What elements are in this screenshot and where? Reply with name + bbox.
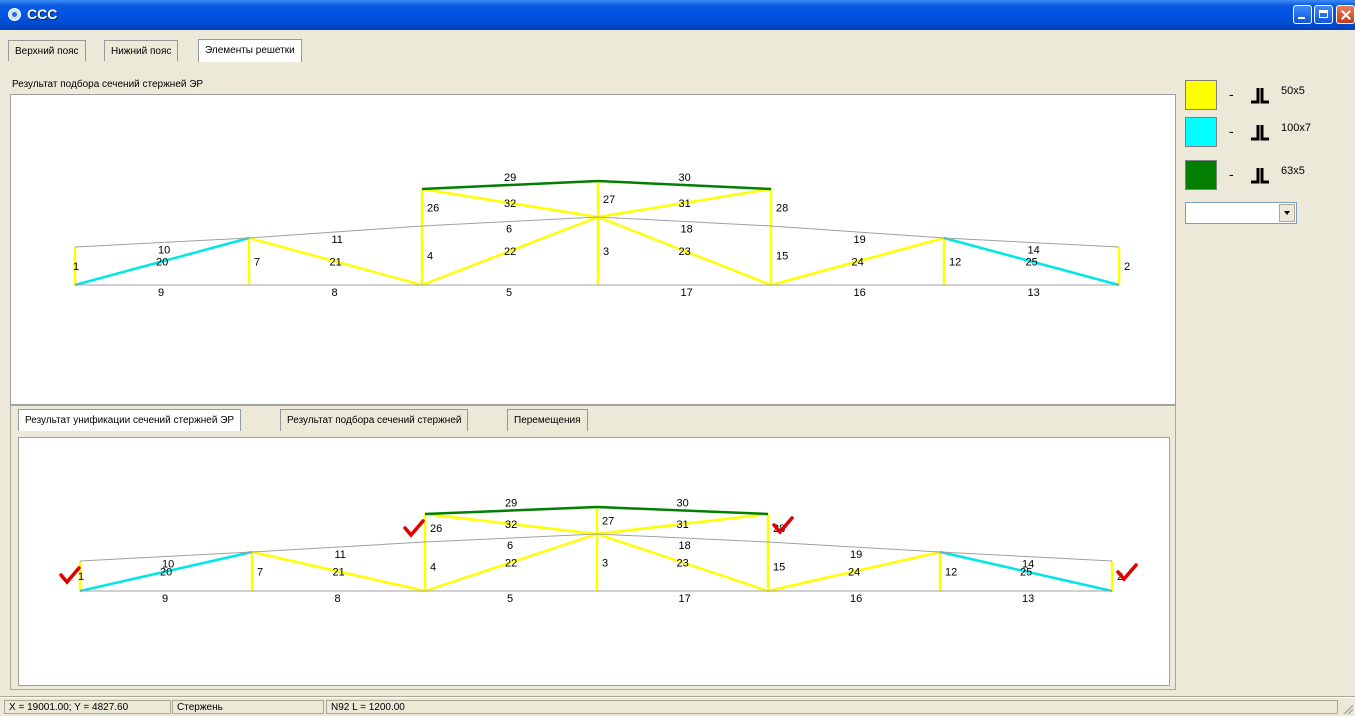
upper-truss-canvas[interactable]: 1 7 4 26 3 27 15 28 12 2 20 21 22 23 24 25 32 31 29 30 10 11 6… (10, 94, 1176, 405)
member-label-17: 17 (681, 287, 693, 299)
check-mark-icon (403, 519, 425, 538)
status-member-info: N92 L = 1200.00 (326, 700, 1338, 714)
legend-dash: - (1229, 86, 1234, 102)
member-label-6: 6 (507, 540, 513, 552)
member-label-18: 18 (679, 540, 691, 552)
legend-dash: - (1229, 123, 1234, 139)
member-label-20: 20 (156, 257, 168, 269)
member-label-21: 21 (333, 567, 345, 579)
member-label-30: 30 (677, 498, 689, 510)
member-label-23: 23 (677, 558, 689, 570)
member-label-7: 7 (254, 257, 260, 269)
member-label-25: 25 (1026, 257, 1038, 269)
status-coordinates: X = 19001.00; Y = 4827.60 (4, 700, 171, 714)
app-icon (8, 8, 21, 21)
member-label-3: 3 (602, 558, 608, 570)
member-label-8: 8 (335, 593, 341, 605)
member-label-1: 1 (78, 571, 84, 583)
status-bar: X = 19001.00; Y = 4827.60 Стержень N92 L… (0, 697, 1355, 716)
member-label-32: 32 (505, 519, 517, 531)
member-label-3: 3 (603, 246, 609, 258)
member-label-22: 22 (505, 558, 517, 570)
member-label-15: 15 (773, 562, 785, 574)
member-label-13: 13 (1028, 287, 1040, 299)
color-swatch (1185, 160, 1217, 190)
color-swatch (1185, 117, 1217, 147)
member-label-7: 7 (257, 567, 263, 579)
upper-panel-label: Результат подбора сечений стержней ЭР (12, 79, 204, 90)
member-label-28: 28 (776, 203, 788, 215)
member-label-12: 12 (945, 567, 957, 579)
member-label-24: 24 (848, 567, 860, 579)
member-label-6: 6 (506, 224, 512, 236)
tab-unification-result[interactable]: Результат унификации сечений стержней ЭР (18, 409, 242, 431)
member-label-17: 17 (679, 593, 691, 605)
member-label-5: 5 (507, 593, 513, 605)
member-label-18: 18 (681, 224, 693, 236)
minimize-icon[interactable] (1293, 5, 1312, 24)
resize-grip-icon[interactable] (1343, 704, 1353, 714)
status-object-type: Стержень (172, 700, 324, 714)
member-label-13: 13 (1022, 593, 1034, 605)
member-label-19: 19 (850, 549, 862, 561)
title-bar[interactable]: CCC (0, 0, 1355, 30)
member-label-30: 30 (679, 172, 691, 184)
tab-upper-chord[interactable]: Верхний пояс (8, 40, 86, 61)
member-label-1: 1 (73, 261, 79, 273)
member-label-23: 23 (679, 246, 691, 258)
member-label-27: 27 (602, 516, 614, 528)
window-title: CCC (27, 6, 58, 22)
chevron-down-icon[interactable] (1279, 204, 1295, 222)
member-label-16: 16 (854, 287, 866, 299)
close-icon[interactable] (1336, 5, 1355, 24)
member-label-22: 22 (504, 246, 516, 258)
member-label-11: 11 (335, 549, 346, 561)
member-label-8: 8 (332, 287, 338, 299)
member-label-19: 19 (854, 234, 866, 246)
member-label-31: 31 (679, 198, 691, 210)
member-label-15: 15 (776, 251, 788, 263)
double-angle-icon (1251, 88, 1269, 104)
legend-label: 50x5 (1281, 85, 1305, 97)
member-label-21: 21 (330, 257, 342, 269)
member-label-16: 16 (850, 593, 862, 605)
tab-section-selection-result[interactable]: Результат подбора сечений стержней (280, 409, 469, 431)
member-label-26: 26 (427, 203, 439, 215)
member-label-10: 10 (158, 245, 170, 257)
member-label-4: 4 (430, 562, 436, 574)
member-label-5: 5 (506, 287, 512, 299)
member-label-9: 9 (162, 593, 168, 605)
member-label-4: 4 (427, 251, 433, 263)
member-label-29: 29 (505, 498, 517, 510)
lower-truss-drawing: 1 7 426327152812 220 2122 2324 2532 3129 3010116… (59, 498, 1138, 605)
member-label-2: 2 (1124, 261, 1130, 273)
member-label-14: 14 (1028, 245, 1040, 257)
legend-label: 100x7 (1281, 122, 1311, 134)
member-label-27: 27 (603, 194, 615, 206)
member-label-24: 24 (852, 257, 864, 269)
maximize-icon[interactable] (1314, 5, 1333, 24)
double-angle-icon (1251, 125, 1269, 141)
lower-truss-canvas[interactable]: 1 7 4 26 3 27 15 28 12 2 20 21 22 23 24 25 32 31 29 30 10 11 6… (18, 437, 1170, 686)
tab-lattice-elements[interactable]: Элементы решетки (198, 39, 302, 62)
member-label-12: 12 (949, 257, 961, 269)
check-mark-icon (59, 566, 81, 585)
member-label-26: 26 (430, 523, 442, 535)
double-angle-icon (1251, 168, 1269, 184)
tab-displacements[interactable]: Перемещения (507, 409, 588, 431)
member-label-31: 31 (677, 519, 689, 531)
member-label-9: 9 (158, 287, 164, 299)
member-label-32: 32 (504, 198, 516, 210)
section-dropdown[interactable] (1185, 202, 1297, 224)
legend-dash: - (1229, 166, 1234, 182)
member-label-10: 10 (162, 559, 174, 571)
member-label-11: 11 (332, 234, 343, 246)
color-swatch (1185, 80, 1217, 110)
member-label-29: 29 (504, 172, 516, 184)
member-label-14: 14 (1022, 559, 1034, 571)
upper-truss-drawing: 1 7 426327152812 220 2122 2324 2532 3129 3010116… (73, 172, 1130, 299)
legend-label: 63x5 (1281, 165, 1305, 177)
tab-lower-chord[interactable]: Нижний пояс (104, 40, 179, 61)
